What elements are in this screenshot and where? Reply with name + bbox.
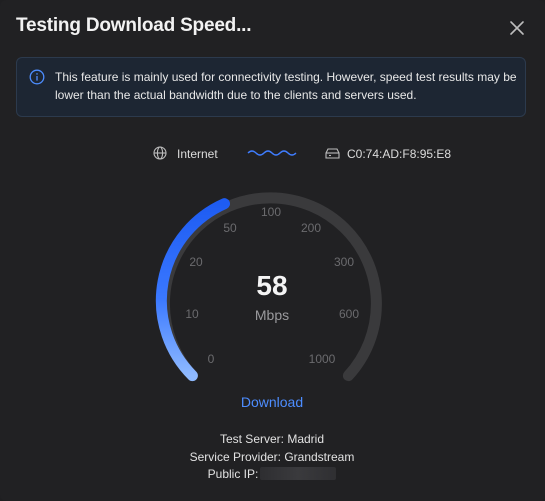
- speed-gauge: 0 10 20 50 100 200 300 600 1000: [155, 192, 382, 382]
- speed-unit: Mbps: [254, 307, 290, 323]
- test-server-text: Test Server: Madrid: [219, 432, 325, 446]
- public-ip-redacted: [260, 467, 337, 480]
- speed-test-dialog: Testing Download Speed... This feature i…: [0, 0, 545, 501]
- public-ip-label: Public IP:: [207, 467, 259, 481]
- gauge-scale-label: 300: [334, 255, 354, 269]
- gauge-scale-label: 20: [189, 255, 203, 269]
- gauge-scale-label: 600: [339, 307, 359, 321]
- gauge-scale-label: 0: [208, 352, 215, 366]
- gauge-scale-label: 200: [301, 221, 321, 235]
- speed-value: 58: [256, 270, 288, 301]
- gauge-scale-label: 10: [185, 307, 199, 321]
- gauge-scale-label: 100: [261, 205, 281, 219]
- gauge-scale-label: 1000: [309, 352, 336, 366]
- gauge-scale-label: 50: [223, 221, 237, 235]
- service-provider-text: Service Provider: Grandstream: [189, 450, 355, 464]
- download-mode-link[interactable]: Download: [222, 394, 322, 410]
- public-ip-row: Public IP:: [122, 467, 422, 481]
